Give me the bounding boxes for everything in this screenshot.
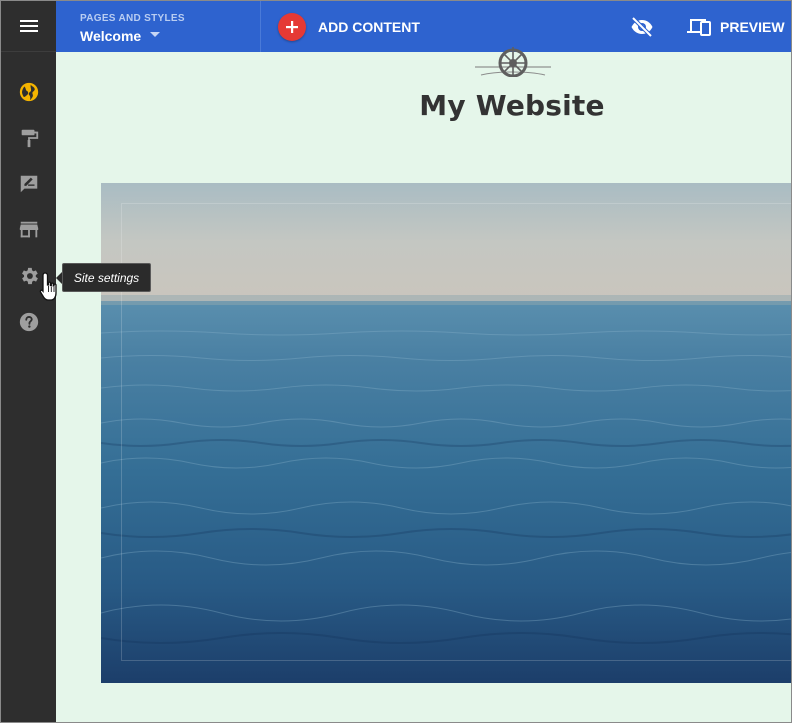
plus-icon — [278, 13, 306, 41]
hand-pointer-cursor-icon — [39, 272, 57, 301]
hero-image[interactable] — [101, 183, 791, 683]
ships-wheel-logo-icon — [475, 47, 551, 77]
hero-inner-frame — [121, 203, 791, 661]
devices-icon — [687, 19, 711, 36]
site-settings-tooltip: Site settings — [62, 263, 151, 292]
preview-label: PREVIEW — [720, 19, 785, 35]
add-content-button[interactable]: ADD CONTENT — [278, 12, 420, 42]
sidebar-item-blog[interactable] — [17, 172, 41, 196]
sidebar-item-design[interactable] — [17, 126, 41, 150]
sidebar-item-settings[interactable] — [17, 264, 41, 288]
paint-roller-icon — [21, 129, 39, 148]
eye-off-icon — [631, 16, 653, 38]
sidebar-item-store[interactable] — [17, 218, 41, 242]
menu-button[interactable] — [1, 1, 56, 52]
site-title[interactable]: My Website — [57, 89, 791, 122]
hide-overlay-button[interactable] — [630, 15, 654, 39]
pages-and-styles-label: PAGES AND STYLES — [80, 13, 185, 24]
preview-button[interactable]: PREVIEW — [686, 14, 785, 40]
edit-note-icon — [20, 175, 38, 193]
sidebar-item-help[interactable] — [17, 310, 41, 334]
editor-window: PAGES AND STYLES Welcome ADD CONTENT PRE… — [0, 0, 792, 723]
store-icon — [19, 221, 39, 238]
current-page-dropdown[interactable]: Welcome — [80, 28, 161, 44]
current-page-name: Welcome — [80, 28, 142, 44]
left-sidebar — [1, 1, 56, 722]
hamburger-menu-icon — [19, 20, 38, 32]
top-toolbar: PAGES AND STYLES Welcome ADD CONTENT PRE… — [56, 1, 791, 52]
globe-icon — [19, 82, 39, 102]
pages-and-styles-selector[interactable]: PAGES AND STYLES Welcome — [56, 1, 261, 52]
sidebar-item-site[interactable] — [17, 80, 41, 104]
caret-down-icon — [150, 31, 161, 37]
add-content-label: ADD CONTENT — [318, 19, 420, 35]
help-icon — [19, 312, 39, 332]
gear-icon — [22, 267, 38, 285]
